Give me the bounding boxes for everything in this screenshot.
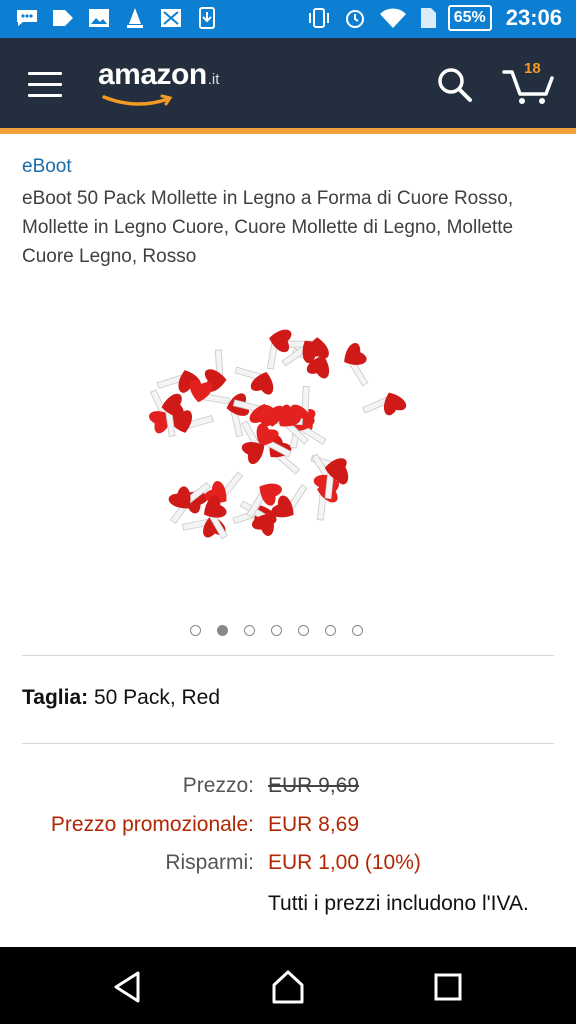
amazon-logo[interactable]: amazon.it [98, 58, 220, 106]
sailboat-icon [127, 8, 143, 28]
image-icon [89, 9, 109, 27]
divider [22, 655, 554, 656]
battery-indicator: 65% [447, 5, 492, 31]
image-carousel-dots[interactable] [190, 625, 363, 636]
carousel-dot[interactable] [325, 625, 336, 636]
vibrate-icon [308, 8, 329, 28]
smile-icon [102, 94, 173, 106]
download-icon [199, 7, 215, 29]
promo-price-value: EUR 8,69 [268, 813, 360, 836]
menu-icon[interactable] [28, 72, 62, 105]
home-icon[interactable] [270, 969, 306, 1005]
search-icon[interactable] [434, 64, 474, 104]
android-nav-bar [0, 947, 576, 1024]
carousel-dot[interactable] [244, 625, 255, 636]
savings-value: EUR 1,00 (10%) [268, 851, 421, 874]
promo-price-label: Prezzo promozionale: [50, 813, 254, 836]
size-value: 50 Pack, Red [93, 686, 221, 709]
notification-icons [14, 6, 220, 30]
chat-icon [17, 10, 37, 26]
size-selection[interactable]: Taglia: 50 Pack, Red [22, 686, 220, 710]
alarm-icon [345, 10, 364, 28]
logo-tld: .it [207, 71, 220, 88]
tag-icon [53, 10, 73, 26]
carousel-dot[interactable] [217, 625, 228, 636]
carousel-dot[interactable] [352, 625, 363, 636]
status-bar: 65% 23:06 [0, 0, 576, 38]
cart-button[interactable]: 18 [502, 60, 556, 106]
size-label: Taglia: [22, 686, 89, 709]
carousel-dot[interactable] [190, 625, 201, 636]
carousel-dot[interactable] [298, 625, 309, 636]
system-icons: 65% 23:06 [306, 5, 562, 31]
logo-text: amazon [98, 58, 207, 91]
back-icon[interactable] [110, 969, 146, 1005]
gallery-icon [161, 9, 181, 27]
product-image[interactable] [128, 308, 428, 568]
cart-count-badge: 18 [524, 60, 541, 77]
carousel-dot[interactable] [271, 625, 282, 636]
savings-label: Risparmi: [165, 851, 254, 874]
list-price-value: EUR 9,69 [268, 774, 360, 797]
sim-icon [420, 8, 436, 28]
brand-link[interactable]: eBoot [22, 156, 72, 178]
list-price-label: Prezzo: [182, 774, 254, 797]
app-header: amazon.it 18 [0, 38, 576, 128]
clock: 23:06 [505, 5, 562, 30]
header-accent-bar [0, 128, 576, 134]
product-title: eBoot 50 Pack Mollette in Legno a Forma … [22, 188, 514, 267]
divider [22, 743, 554, 744]
wifi-icon [379, 8, 406, 28]
recents-icon[interactable] [430, 969, 466, 1005]
vat-note: Tutti i prezzi includono l'IVA. [268, 892, 529, 915]
